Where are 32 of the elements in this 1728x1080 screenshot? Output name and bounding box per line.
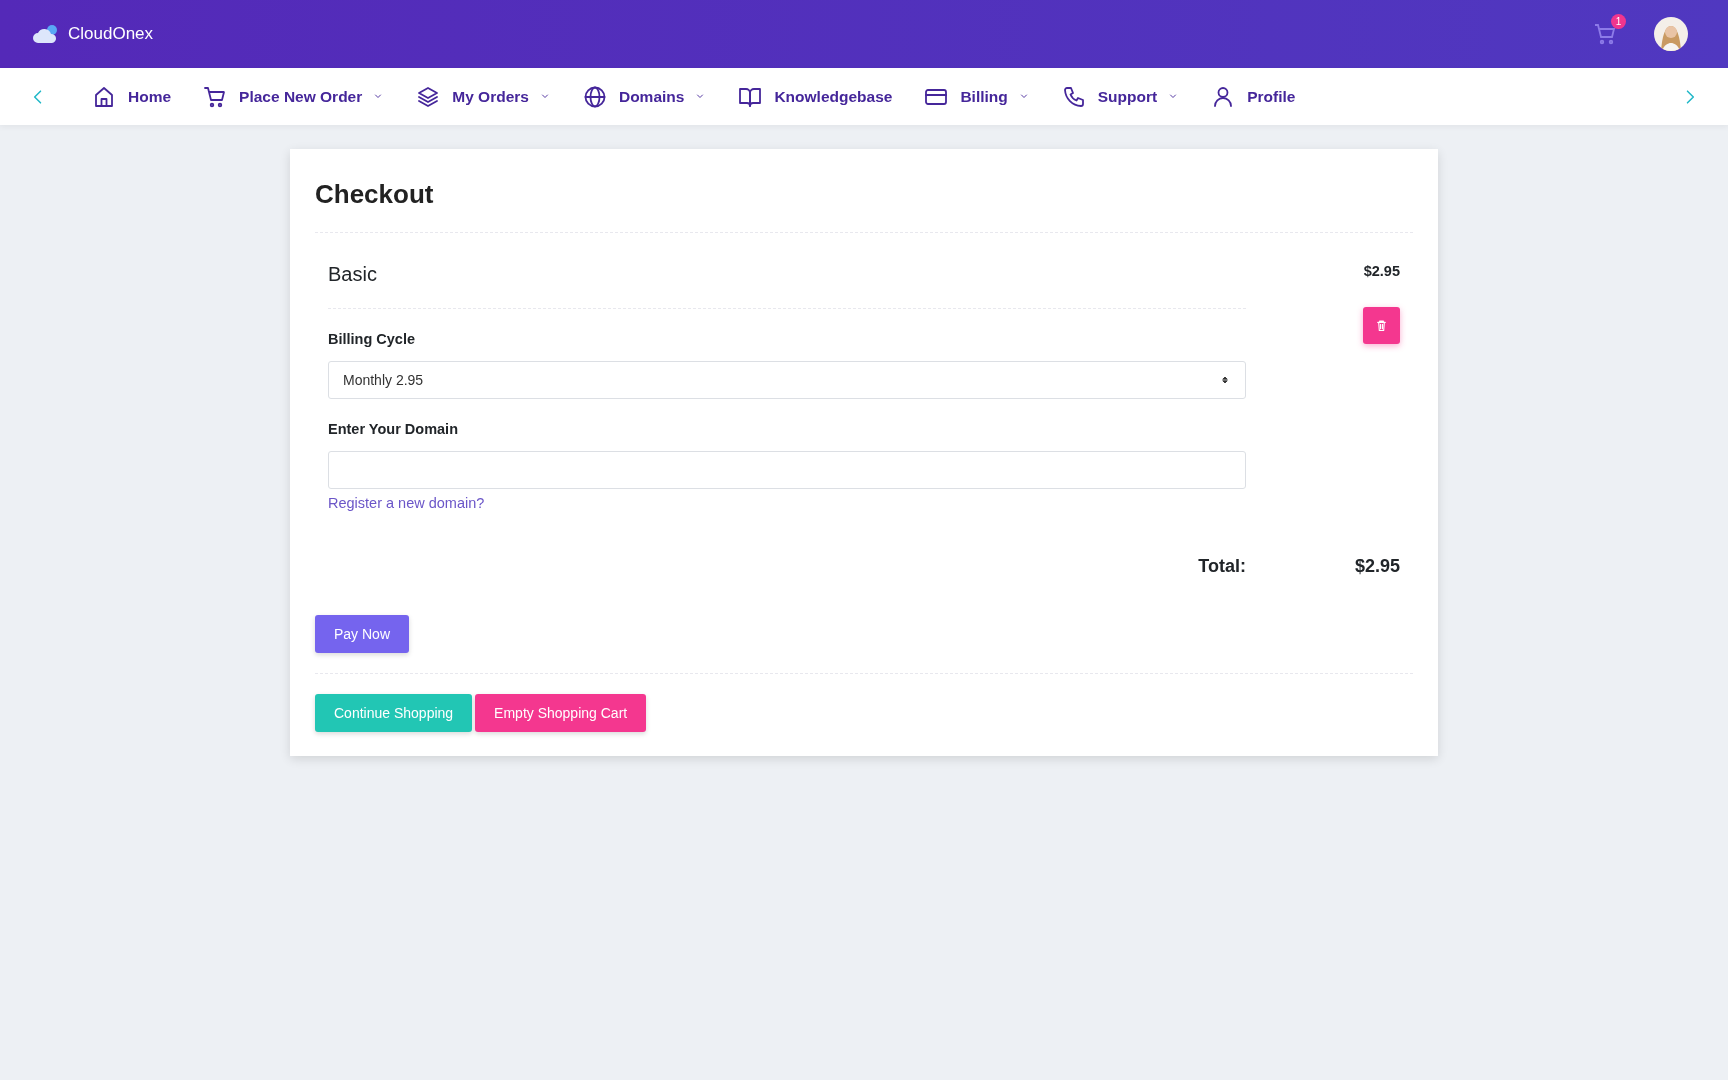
trash-icon [1374, 318, 1389, 333]
register-domain-link[interactable]: Register a new domain? [328, 495, 485, 511]
pay-now-button[interactable]: Pay Now [315, 615, 410, 653]
cart-icon[interactable] [1594, 22, 1618, 46]
field-label: Enter Your Domain [328, 421, 459, 437]
nav-item[interactable]: Support [1061, 84, 1180, 109]
nav-item[interactable]: Domains [582, 84, 707, 109]
phone-icon [1061, 84, 1086, 109]
globe-icon [582, 84, 607, 109]
cart-icon [203, 84, 228, 109]
avatar[interactable] [1654, 17, 1688, 51]
billing-cycle-select[interactable]: Monthly 2.95 [328, 361, 1246, 399]
cart-count-badge: 1 [1611, 14, 1626, 29]
total-amount: $2.95 [1353, 556, 1400, 577]
nav-item[interactable]: Knowledgebase [738, 84, 893, 109]
nav-item[interactable]: My Orders [416, 84, 551, 109]
total-label: Total: [1197, 556, 1246, 577]
home-icon [92, 84, 116, 109]
layers-icon [416, 84, 441, 109]
page-title: Checkout [315, 178, 435, 211]
product-name: Basic [328, 262, 378, 287]
nav-item[interactable]: Billing [924, 84, 1030, 109]
delete-button[interactable] [1363, 307, 1400, 344]
nav-item[interactable]: Home [92, 84, 172, 109]
empty-cart-button[interactable]: Empty Shopping Cart [475, 694, 647, 732]
field-label: Billing Cycle [328, 331, 417, 347]
nav-item[interactable]: Profile [1211, 84, 1296, 109]
nav-item[interactable]: Place New Order [203, 84, 385, 109]
brand-name: CloudOnex [68, 24, 154, 44]
domain-input-field[interactable] [328, 451, 1246, 489]
product-price: $2.95 [1363, 263, 1400, 279]
cloud-logo-icon [32, 24, 60, 44]
